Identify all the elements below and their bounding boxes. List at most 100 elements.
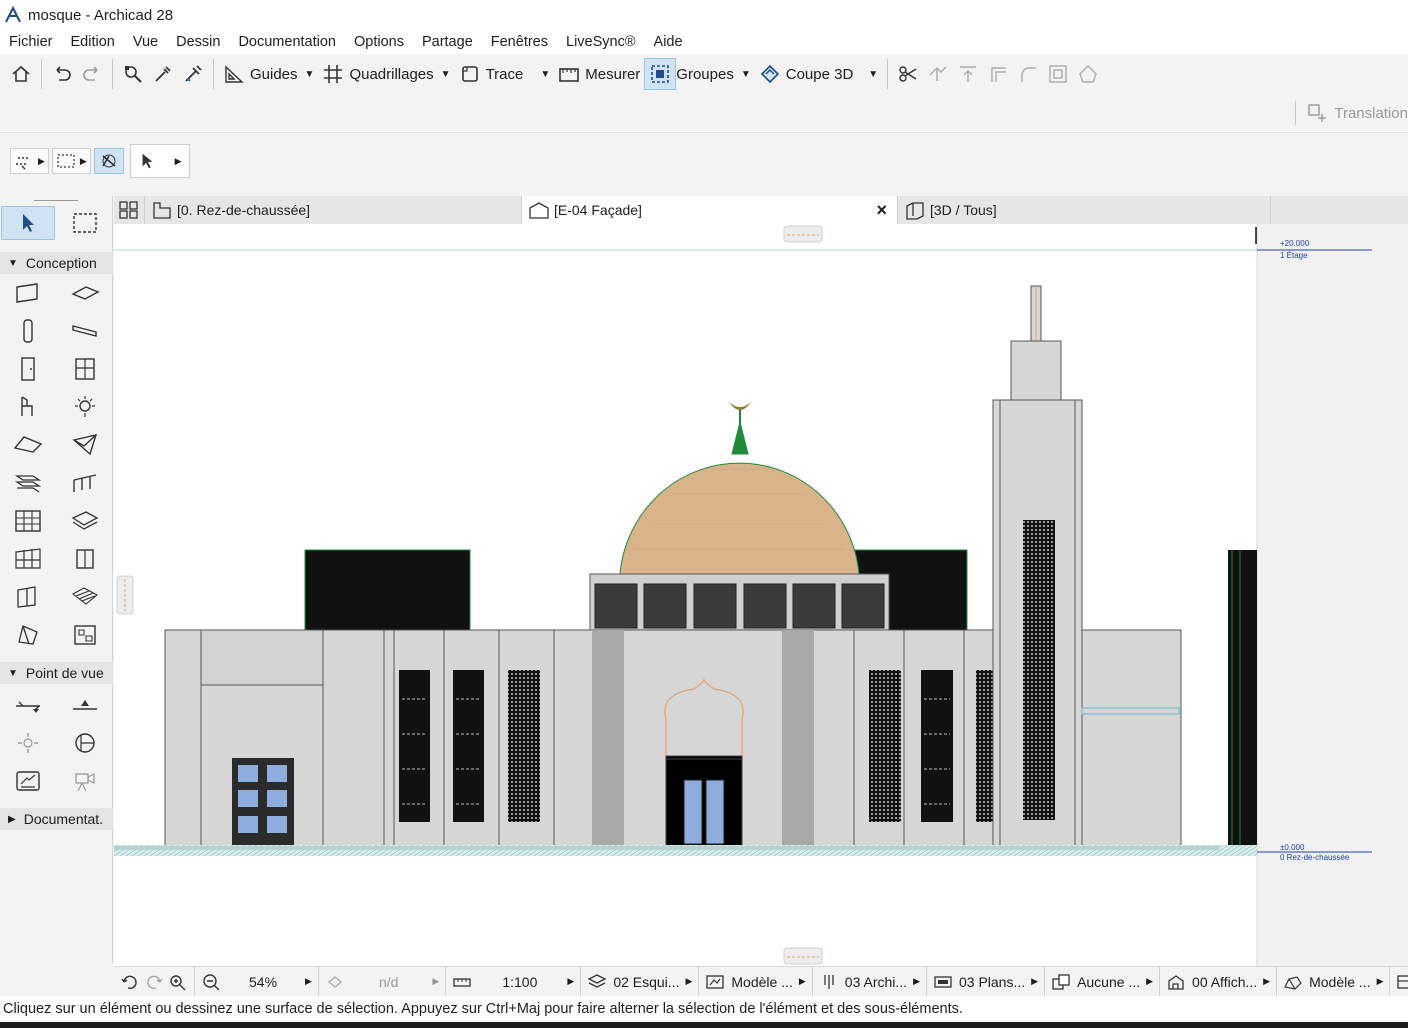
home-button[interactable] [6,58,36,90]
window-tool[interactable] [58,352,112,386]
pick-up-parameters-button[interactable] [148,58,178,90]
curtain-wall-tool[interactable] [1,504,55,538]
interior-elevation-tool[interactable] [1,726,55,760]
beam-tool[interactable] [58,314,112,348]
quick-options-button[interactable] [1390,967,1408,997]
selection-method-button[interactable]: ▶ [10,148,49,174]
graphic-override-value: 03 Plans... [958,973,1026,990]
elevate-button[interactable] [953,58,983,90]
close-tab-button[interactable]: × [876,200,887,221]
tall-window [921,670,953,822]
chevron-down-icon[interactable]: ▼ [540,69,550,80]
intersect-button[interactable] [983,58,1013,90]
chevron-down-icon[interactable]: ▼ [741,69,751,80]
elevation-viewport[interactable]: +20.000 1 Étage ±0.000 0 Rez-de-chaussée [114,224,1408,966]
top-scroll-handle[interactable] [783,225,823,243]
section-viewpoint-header[interactable]: ▼ Point de vue [0,662,113,684]
graphic-override-control[interactable]: 03 Plans... ▶ [927,966,1046,997]
elevation-drawing[interactable]: +20.000 1 Étage ±0.000 0 Rez-de-chaussée [114,224,1408,966]
menu-design[interactable]: Dessin [167,34,229,50]
menu-livesync[interactable]: LiveSync® [557,34,645,50]
roof-button[interactable] [1073,58,1103,90]
zoom-control[interactable]: 54% ▶ [195,966,319,997]
undo-button[interactable] [47,58,77,90]
detail-tool[interactable] [1,764,55,798]
door-tool[interactable] [1,352,55,386]
menu-file[interactable]: Fichier [0,34,62,50]
chevron-down-icon[interactable]: ▼ [305,69,315,80]
section-tool[interactable] [1,688,55,722]
bottom-scroll-handle[interactable] [783,947,823,965]
chevron-down-icon[interactable]: ▼ [441,69,451,80]
mesh-tool[interactable] [58,504,112,538]
railing-tool[interactable] [58,466,112,500]
adjust-button[interactable] [923,58,953,90]
object-tool[interactable] [1,390,55,424]
menu-teamwork[interactable]: Partage [413,34,482,50]
menu-edit[interactable]: Edition [62,34,124,50]
tab-3d[interactable]: [3D / Tous] [898,196,1271,224]
toolbox-row [0,274,113,312]
explode-button[interactable] [1043,58,1073,90]
marquee-method-button[interactable]: ▶ [51,148,91,174]
palette-grip[interactable] [34,200,78,201]
renovation-filter-control[interactable]: Aucune ... ▶ [1045,966,1161,997]
section3d-button[interactable]: Coupe 3D ▼ [755,58,882,90]
wall-tool[interactable] [1,276,55,310]
skylight-tool[interactable] [1,580,55,614]
surface-tool[interactable] [58,580,112,614]
section-design-header[interactable]: ▼ Conception [0,252,113,274]
morph-tool[interactable] [1,542,55,576]
redo-button[interactable] [77,58,107,90]
chevron-down-icon[interactable]: ▼ [868,69,878,80]
opening-tool[interactable] [58,618,112,652]
lamp-tool[interactable] [58,390,112,424]
layer-combination-control[interactable]: 02 Esqui... ▶ [581,966,700,997]
find-select-button[interactable] [118,58,148,90]
menu-options[interactable]: Options [345,34,413,50]
column-tool[interactable] [1,314,55,348]
partial-display-control[interactable]: 00 Affich... ▶ [1160,966,1278,997]
grids-button[interactable]: Quadrillages ▼ [318,58,454,90]
zoom-in-icon[interactable] [168,973,188,991]
slab-tool[interactable] [58,276,112,310]
shell-tool[interactable] [58,428,112,462]
zone-tool[interactable] [58,542,112,576]
model-display-control[interactable]: Modèle ... ▶ [1277,966,1391,997]
redo-zoom-icon[interactable] [144,973,164,991]
leaf-shell-icon [18,625,39,645]
guides-button[interactable]: Guides ▼ [219,58,318,90]
pen-set-control[interactable]: 03 Archi... ▶ [813,966,927,997]
shell-object-tool[interactable] [1,618,55,652]
section-documentation-header[interactable]: ▶ Documentat. [0,808,113,830]
translation-button[interactable]: Translation [1295,100,1408,126]
roof-tool[interactable] [1,428,55,462]
scale-control[interactable]: 1:100 ▶ [446,966,582,997]
model-view-control[interactable]: Modèle ... ▶ [699,966,813,997]
fillet-button[interactable] [1013,58,1043,90]
trace-button[interactable]: Trace ▼ [455,58,555,90]
menu-documentation[interactable]: Documentation [229,34,345,50]
groups-toggle-button[interactable] [644,58,677,90]
tab-overview-button[interactable] [114,196,145,224]
menu-window[interactable]: Fenêtres [482,34,557,50]
marquee-tool[interactable] [58,206,112,240]
split-button[interactable] [893,58,923,90]
stair-tool[interactable] [1,466,55,500]
arrow-tool-settings[interactable]: ▶ [129,144,190,178]
groups-menu-button[interactable]: Groupes ▼ [676,58,754,90]
inject-parameters-button[interactable] [178,58,208,90]
menu-view[interactable]: Vue [124,34,167,50]
rotation-control[interactable]: n/d ▶ [319,966,447,997]
worksheet-tool[interactable] [58,726,112,760]
measure-button[interactable]: Mesurer [554,58,644,90]
tab-elevation[interactable]: [E-04 Façade] × [522,196,898,224]
tab-floor-plan[interactable]: [0. Rez-de-chaussée] [145,196,522,224]
rotate-marquee-button[interactable] [93,148,124,174]
menu-help[interactable]: Aide [645,34,692,50]
marquee-icon [73,213,97,233]
arrow-tool[interactable] [1,206,56,240]
undo-zoom-icon[interactable] [120,973,140,991]
elevation-tool[interactable] [58,688,112,722]
camera-tool[interactable] [58,764,112,798]
